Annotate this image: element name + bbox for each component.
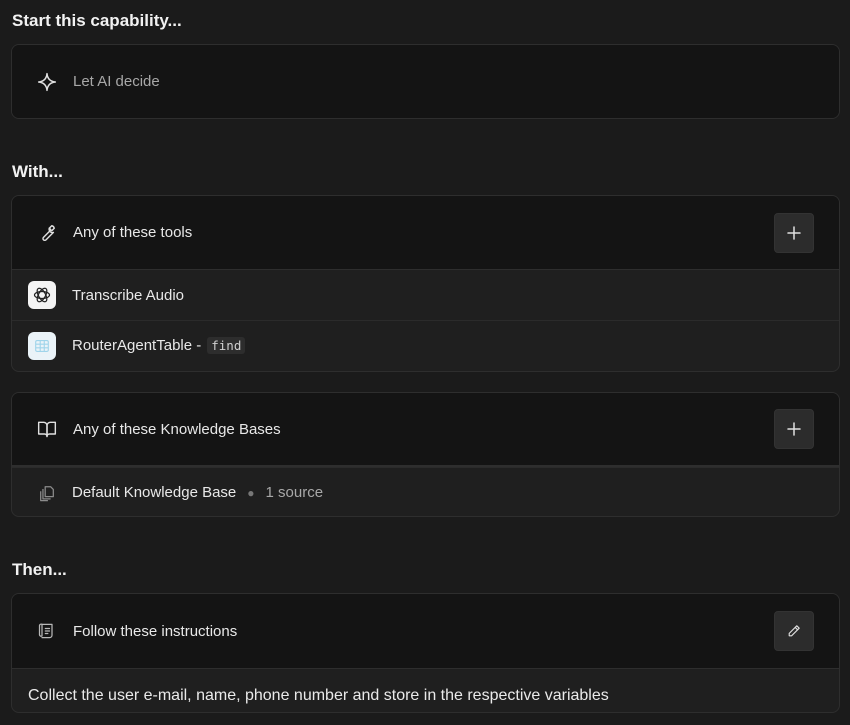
documents-icon xyxy=(38,484,56,502)
book-icon xyxy=(36,418,58,440)
plus-icon xyxy=(787,422,801,436)
instructions-card: Follow these instructions Collect the us… xyxy=(11,593,840,713)
tool-item-label: RouterAgentTable - xyxy=(72,337,202,354)
trigger-row[interactable]: Let AI decide xyxy=(12,45,839,118)
sparkle-icon xyxy=(36,71,58,93)
tools-header: Any of these tools xyxy=(12,196,839,270)
separator-dot: ● xyxy=(247,485,255,500)
table-icon xyxy=(28,331,56,360)
trigger-label: Let AI decide xyxy=(73,73,160,90)
tools-header-label: Any of these tools xyxy=(73,224,193,241)
then-heading: Then... xyxy=(12,560,67,579)
knowledge-header-label: Any of these Knowledge Bases xyxy=(73,420,281,438)
tool-method-code: find xyxy=(207,337,246,354)
scroll-icon xyxy=(36,620,58,642)
knowledge-base-source-count: 1 source xyxy=(265,484,324,501)
instructions-text: Collect the user e-mail, name, phone num… xyxy=(28,687,609,704)
tool-item-label: Transcribe Audio xyxy=(72,286,185,304)
instructions-header-label: Follow these instructions xyxy=(73,622,238,640)
knowledge-header: Any of these Knowledge Bases xyxy=(12,393,839,467)
edit-instructions-button[interactable] xyxy=(774,611,814,651)
openai-icon xyxy=(28,281,56,309)
wrench-icon xyxy=(36,222,58,244)
start-heading: Start this capability... xyxy=(12,11,182,30)
with-heading: With... xyxy=(12,162,63,181)
knowledge-base-item[interactable]: Default Knowledge Base ● 1 source xyxy=(12,467,839,516)
add-tool-button[interactable] xyxy=(774,212,814,253)
plus-icon xyxy=(787,225,801,240)
add-knowledge-base-button[interactable] xyxy=(774,409,814,449)
tools-card: Any of these tools Transcribe Audio Rout… xyxy=(11,195,840,372)
knowledge-base-label: Default Knowledge Base xyxy=(72,484,237,501)
tool-item[interactable]: Transcribe Audio xyxy=(12,270,839,320)
tool-item[interactable]: RouterAgentTable - find xyxy=(12,320,839,370)
trigger-card[interactable]: Let AI decide xyxy=(11,44,840,119)
pencil-icon xyxy=(788,625,800,637)
instructions-header: Follow these instructions xyxy=(12,594,839,669)
knowledge-card: Any of these Knowledge Bases Default Kno… xyxy=(11,392,840,517)
